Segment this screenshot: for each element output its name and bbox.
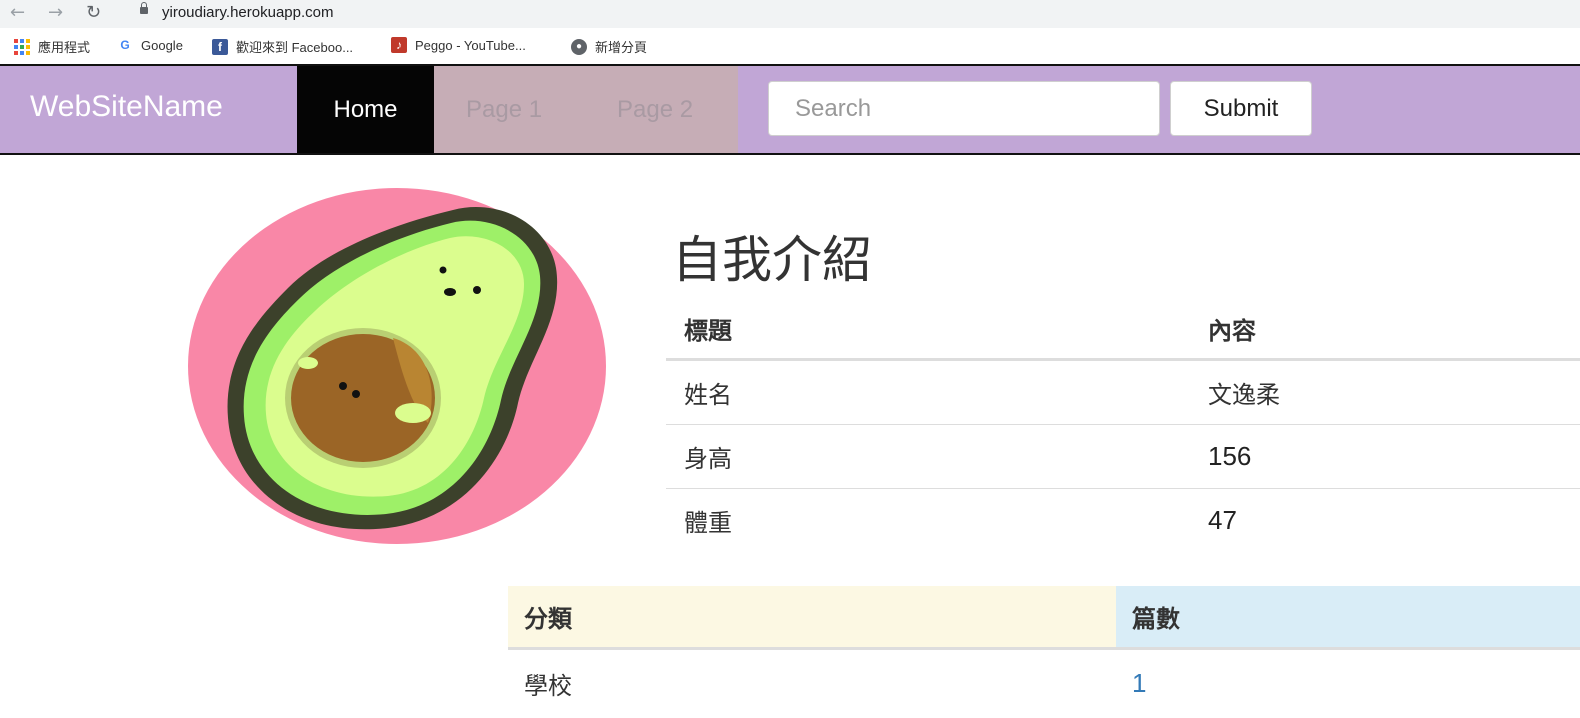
table-header: 標題 bbox=[666, 298, 1190, 361]
table-cell: 身高 bbox=[666, 424, 1190, 489]
bookmark-label: Peggo - YouTube... bbox=[415, 37, 526, 53]
bookmark-youtube[interactable]: ♪ Peggo - YouTube... bbox=[391, 37, 526, 53]
search-input[interactable] bbox=[768, 81, 1160, 136]
forward-arrow-icon[interactable]: → bbox=[48, 2, 63, 24]
reload-icon[interactable]: ↻ bbox=[86, 2, 101, 24]
table-row: 體重 47 bbox=[666, 489, 1580, 553]
apps-icon bbox=[14, 38, 30, 55]
back-arrow-icon[interactable]: ← bbox=[10, 2, 25, 24]
nav-item-home[interactable]: Home bbox=[297, 66, 434, 153]
bookmark-facebook[interactable]: f 歡迎來到 Faceboo... bbox=[212, 37, 353, 56]
table-cell: 156 bbox=[1190, 424, 1580, 489]
browser-toolbar: ← → ↻ yiroudiary.herokuapp.com bbox=[0, 0, 1580, 28]
bookmarks-bar: 應用程式 G Google f 歡迎來到 Faceboo... ♪ Peggo … bbox=[0, 28, 1580, 62]
table-header: 內容 bbox=[1190, 298, 1580, 361]
lock-icon bbox=[140, 2, 148, 14]
bookmark-label: 歡迎來到 Faceboo... bbox=[236, 40, 354, 55]
intro-table: 標題 內容 姓名 文逸柔 身高 156 體重 47 bbox=[666, 298, 1580, 552]
bookmark-label: 新增分頁 bbox=[595, 40, 648, 55]
avatar-image bbox=[188, 188, 606, 544]
music-icon: ♪ bbox=[391, 37, 407, 53]
category-table: 分類 篇數 學校 1 bbox=[508, 586, 1580, 716]
table-cell: 姓名 bbox=[666, 359, 1190, 425]
table-cell: 學校 bbox=[524, 671, 572, 700]
brand-link[interactable]: WebSiteName bbox=[30, 90, 223, 124]
table-header: 分類 bbox=[508, 586, 1116, 650]
bookmark-google[interactable]: G Google bbox=[117, 37, 183, 53]
page-title: 自我介紹 bbox=[672, 231, 872, 289]
table-header-row: 標題 內容 bbox=[666, 298, 1580, 361]
bookmark-label: 應用程式 bbox=[38, 40, 91, 55]
nav-item-page-1[interactable]: Page 1 bbox=[466, 66, 542, 153]
table-cell: 47 bbox=[1208, 505, 1237, 535]
bookmark-label: Google bbox=[141, 37, 183, 53]
table-cell: 1 bbox=[1116, 649, 1580, 717]
bookmark-apps[interactable]: 應用程式 bbox=[14, 37, 90, 56]
facebook-icon: f bbox=[212, 38, 228, 55]
count-link[interactable]: 1 bbox=[1132, 668, 1146, 698]
nav-item-page-2[interactable]: Page 2 bbox=[617, 66, 693, 153]
table-header: 篇數 bbox=[1116, 586, 1580, 650]
table-cell: 體重 bbox=[684, 509, 732, 537]
submit-button[interactable]: Submit bbox=[1170, 81, 1312, 136]
table-cell: 文逸柔 bbox=[1190, 359, 1580, 425]
table-row: 姓名 文逸柔 bbox=[666, 359, 1580, 425]
bookmark-new-tab[interactable]: ● 新增分頁 bbox=[571, 37, 647, 56]
table-row: 身高 156 bbox=[666, 424, 1580, 489]
google-icon: G bbox=[120, 38, 130, 52]
table-header-row: 分類 篇數 bbox=[508, 586, 1580, 650]
globe-icon: ● bbox=[571, 38, 587, 55]
url-text[interactable]: yiroudiary.herokuapp.com bbox=[162, 4, 333, 21]
site-navbar: WebSiteName Home Page 1 Page 2 Submit bbox=[0, 64, 1580, 155]
address-bar[interactable] bbox=[122, 1, 1580, 25]
table-row: 學校 1 bbox=[508, 649, 1580, 717]
